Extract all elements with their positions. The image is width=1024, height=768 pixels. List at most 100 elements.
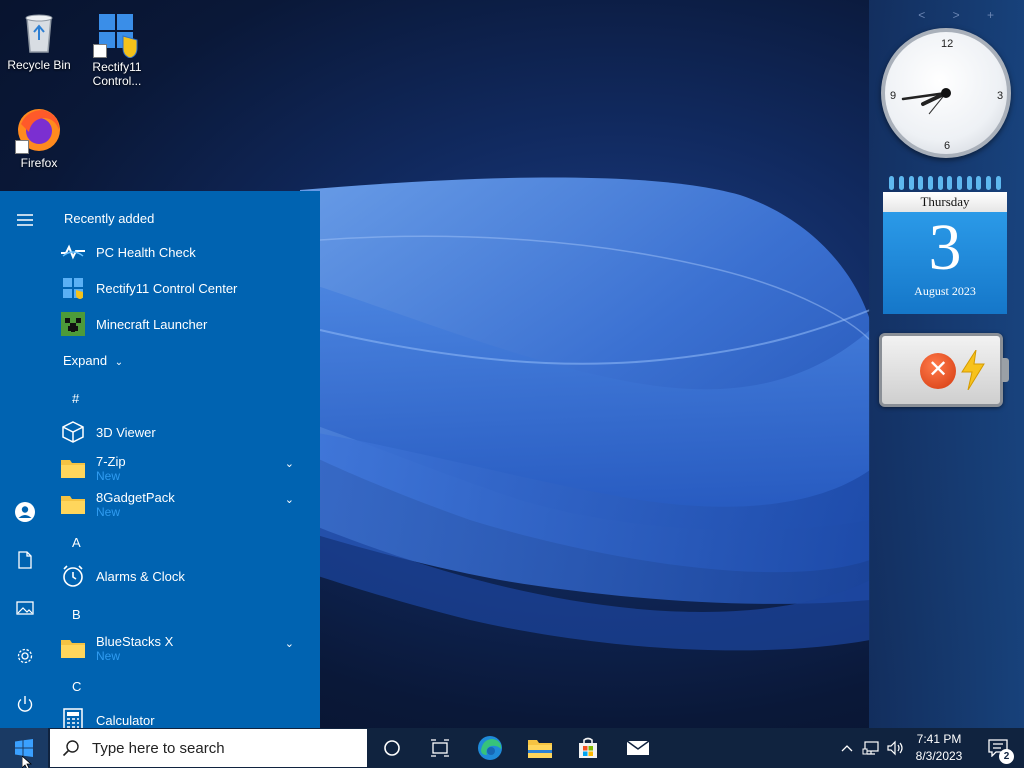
settings-button[interactable] [13,644,37,668]
chevron-down-icon[interactable]: ⌄ [285,637,294,650]
recycle-bin-icon [15,8,63,56]
account-button[interactable] [13,500,37,524]
notification-count-badge: 2 [999,749,1014,764]
expand-button[interactable]: Expand ⌄ [63,353,123,368]
recycle-bin-label: Recycle Bin [7,58,71,72]
app-name: 8GadgetPack [96,489,175,505]
power-icon [17,696,33,712]
calendar-weekday: Thursday [883,192,1007,212]
app-7-zip[interactable]: 7-Zip New ⌄ [60,451,310,485]
chevron-down-icon[interactable]: ⌄ [285,457,294,470]
app-minecraft-launcher[interactable]: Minecraft Launcher [60,307,310,341]
new-badge: New [96,504,121,519]
start-rail [0,191,50,728]
cortana-icon [384,740,400,756]
hamburger-menu-button[interactable] [13,208,37,232]
task-view-button[interactable] [416,728,464,768]
pictures-button[interactable] [13,596,37,620]
network-button[interactable] [860,728,882,768]
app-list: Recently added PC Health Check Rectify11… [50,191,320,728]
taskbar: 7:41 PM 8/3/2023 2 [0,728,1024,768]
app-name: PC Health Check [96,244,196,260]
task-view-icon [431,739,449,757]
app-pc-health-check[interactable]: PC Health Check [60,235,310,269]
search-icon [62,740,79,757]
clock-gadget[interactable]: 12 3 6 9 [881,28,1011,158]
edge-button[interactable] [466,728,514,768]
minecraft-icon [60,311,86,337]
app-name: Calculator [96,712,155,728]
new-badge: New [96,648,121,663]
power-button[interactable] [13,692,37,716]
shortcut-arrow-icon [15,140,29,154]
document-icon [18,551,32,569]
edge-icon [478,736,502,760]
app-name: Rectify11 Control Center [96,280,238,296]
firefox-icon [15,106,63,154]
rectify11-desktop-icon[interactable]: Rectify11 Control... [78,10,156,88]
app-name: Minecraft Launcher [96,316,208,332]
calendar-rings [883,176,1007,192]
app-8gadgetpack[interactable]: 8GadgetPack New ⌄ [60,487,310,521]
clock-hands [901,88,951,115]
recycle-bin-desktop-icon[interactable]: Recycle Bin [0,8,78,72]
gear-icon [17,648,33,664]
cortana-button[interactable] [368,728,416,768]
calendar-day: 3 [928,211,962,284]
picture-icon [16,601,34,615]
search-box[interactable] [50,729,367,767]
store-icon [579,737,597,758]
battery-gadget[interactable]: ✕ [879,333,1009,407]
letter-header-a[interactable]: A [72,535,81,550]
search-input[interactable] [92,739,352,757]
chevron-down-icon[interactable]: ⌄ [285,493,294,506]
new-badge: New [96,468,121,483]
folder-icon [60,491,86,517]
rectify11-icon [93,10,141,59]
chevron-down-icon: ⌄ [114,357,124,368]
app-alarms-clock[interactable]: Alarms & Clock [60,559,310,593]
windows-logo-icon [15,739,33,757]
shortcut-arrow-icon [93,44,107,58]
app-calculator[interactable]: Calculator [60,703,310,728]
taskbar-time: 7:41 PM [916,732,962,746]
volume-button[interactable] [884,728,906,768]
calculator-icon [60,707,86,728]
app-name: BlueStacks X [96,633,174,649]
mail-button[interactable] [614,728,662,768]
hamburger-icon [17,214,33,226]
file-explorer-button[interactable] [516,728,564,768]
network-icon [862,741,879,755]
firefox-label: Firefox [20,156,58,170]
show-hidden-icons-button[interactable] [838,728,856,768]
calendar-body: 3 August 2023 [883,212,1007,314]
letter-header-hash[interactable]: # [72,391,79,406]
action-center-button[interactable]: 2 [978,728,1018,768]
windows-logo-icon [60,275,86,301]
recently-added-title: Recently added [64,211,155,226]
alarm-clock-icon [60,563,86,589]
app-bluestacks-x[interactable]: BlueStacks X New ⌄ [60,631,310,665]
app-rectify11-control-center[interactable]: Rectify11 Control Center [60,271,310,305]
folder-icon [60,635,86,661]
cube-icon [60,419,86,445]
expand-label: Expand [63,353,108,368]
app-name: 7-Zip [96,453,126,469]
start-menu: Recently added PC Health Check Rectify11… [0,191,320,728]
taskbar-date: 8/3/2023 [915,749,963,763]
documents-button[interactable] [13,548,37,572]
rectify11-label: Rectify11 Control... [92,60,142,88]
sidebar-nav-controls[interactable]: < > + [918,8,1006,22]
taskbar-clock[interactable]: 7:41 PM 8/3/2023 [906,731,972,765]
app-name: Alarms & Clock [96,568,185,584]
mouse-cursor-icon [22,756,32,768]
calendar-gadget[interactable]: Thursday 3 August 2023 [883,176,1007,316]
gadget-sidebar: < > + 12 3 6 9 Thursday 3 August 2023 ✕ [869,0,1024,728]
firefox-desktop-icon[interactable]: Firefox [0,106,78,170]
speaker-icon [887,740,903,756]
microsoft-store-button[interactable] [564,728,612,768]
chevron-up-icon [841,745,853,752]
letter-header-c[interactable]: C [72,679,81,694]
letter-header-b[interactable]: B [72,607,81,622]
app-3d-viewer[interactable]: 3D Viewer [60,415,310,449]
